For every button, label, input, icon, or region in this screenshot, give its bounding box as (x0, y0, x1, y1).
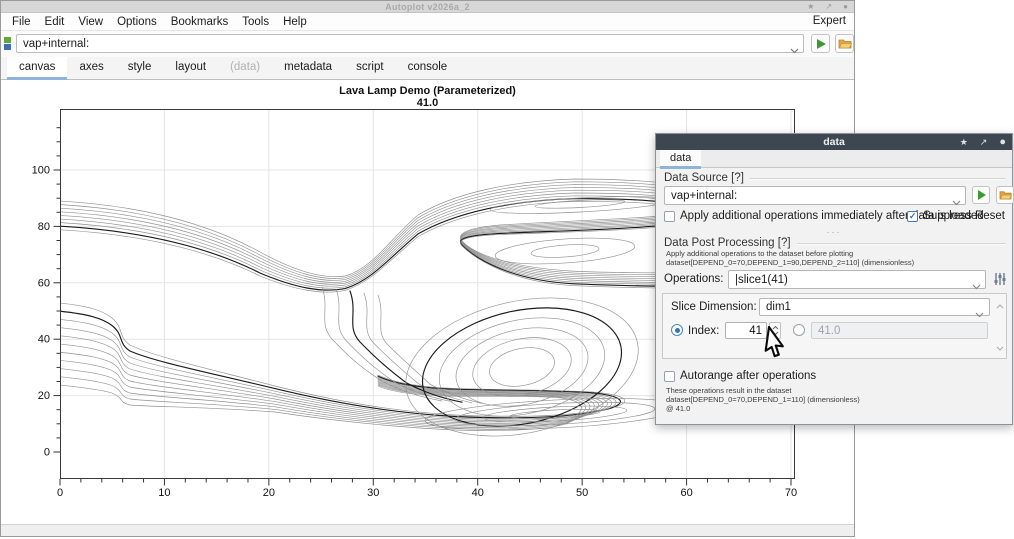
slice-dimension-label: Slice Dimension: (671, 301, 757, 313)
open-file-button[interactable] (835, 34, 854, 53)
tab-canvas[interactable]: canvas (7, 57, 67, 79)
tab-metadata[interactable]: metadata (272, 57, 344, 79)
window-titlebar[interactable]: Autoplot v2026a_2 ★ ↗ ● (1, 1, 854, 13)
post-processing-group-header: Data Post Processing [?] (664, 237, 1006, 249)
dialog-folder-icon (999, 190, 1012, 200)
svg-text:60: 60 (680, 487, 692, 499)
dialog-open-file-button[interactable] (996, 186, 1014, 204)
suppress-reset-checkbox[interactable]: ✓ (907, 211, 918, 222)
svg-text:0: 0 (57, 487, 63, 499)
post-processing-group-label[interactable]: Data Post Processing [?] (664, 237, 791, 249)
slice-dimension-dropdown-icon[interactable] (975, 305, 984, 323)
post-processing-hint: Apply additional operations to the datas… (666, 249, 1006, 258)
dataset-descriptor: dataset[DEPEND_0=70,DEPEND_1=90,DEPEND_2… (666, 258, 1006, 267)
menu-bar: FileEditViewOptionsBookmarksToolsHelp Ex… (1, 13, 854, 31)
pin-icon[interactable]: ★ (807, 3, 814, 11)
suppress-reset-label: Suppress Reset (923, 210, 1005, 222)
data-dialog: data ★ ↗ ● data Data Source [?] Apply ad… (655, 133, 1013, 425)
menu-file[interactable]: File (5, 16, 38, 28)
datasource-status-icon (4, 37, 12, 51)
autorange-checkbox[interactable] (664, 371, 675, 382)
tab-console[interactable]: console (396, 57, 460, 79)
expert-mode-label: Expert (813, 15, 846, 27)
svg-text:20: 20 (38, 390, 50, 402)
slice-panel: Slice Dimension: Index: (662, 293, 1007, 359)
dialog-expand-icon[interactable]: ↗ (980, 138, 988, 147)
svg-text:0: 0 (44, 447, 50, 459)
panel-scroll-down-icon[interactable] (996, 338, 1004, 356)
address-bar (1, 31, 854, 57)
operations-label: Operations: (664, 273, 723, 285)
index-label: Index: (688, 325, 719, 337)
tab-script[interactable]: script (344, 57, 395, 79)
dialog-pin-icon[interactable]: ★ (960, 138, 968, 147)
dialog-go-button[interactable] (972, 186, 990, 204)
operations-editor-icon[interactable] (992, 271, 1008, 287)
main-tabs: canvasaxesstylelayout(data)metadatascrip… (1, 57, 854, 80)
result-line-3: @ 41.0 (666, 404, 1006, 413)
expand-icon[interactable]: ↗ (825, 3, 832, 11)
go-button[interactable] (811, 34, 830, 53)
index-spinner-field[interactable] (725, 322, 767, 339)
data-source-group-header: Data Source [?] (664, 172, 1006, 184)
autorange-checkbox-row[interactable]: Autorange after operations (664, 370, 816, 382)
svg-text:30: 30 (367, 487, 379, 499)
menu-help[interactable]: Help (276, 16, 314, 28)
svg-text:20: 20 (263, 487, 275, 499)
svg-text:40: 40 (38, 334, 50, 346)
data-source-group-label[interactable]: Data Source [?] (664, 172, 744, 184)
tab-style[interactable]: style (116, 57, 164, 79)
window-title: Autoplot v2026a_2 (1, 2, 854, 12)
svg-text:50: 50 (576, 487, 588, 499)
dialog-tab-data[interactable]: data (660, 150, 701, 168)
window-menu-icon[interactable]: ● (843, 3, 848, 11)
autorange-label: Autorange after operations (680, 370, 816, 382)
tab-layout[interactable]: layout (163, 57, 218, 79)
play-icon (817, 39, 826, 49)
tab-data[interactable]: (data) (218, 57, 272, 79)
splitter-handle[interactable]: ··· (656, 227, 1012, 237)
result-line-1: These operations result in the dataset (666, 386, 1006, 395)
svg-text:70: 70 (785, 487, 797, 499)
dialog-title: data (656, 136, 1012, 148)
result-line-2: dataset[DEPEND_0=70,DEPEND_1=110] (dimen… (666, 395, 1006, 404)
dialog-uri-dropdown-icon[interactable] (952, 193, 961, 211)
apply-operations-checkbox[interactable] (664, 211, 675, 222)
menu-bookmarks[interactable]: Bookmarks (164, 16, 236, 28)
dialog-titlebar[interactable]: data ★ ↗ ● (656, 134, 1012, 150)
menu-options[interactable]: Options (110, 16, 164, 28)
mouse-cursor (762, 325, 796, 363)
dialog-menu-icon[interactable]: ● (999, 137, 1006, 148)
dialog-tabrow: data (656, 150, 1012, 168)
folder-icon (838, 38, 852, 49)
panel-scroll-up-icon[interactable] (996, 296, 1004, 314)
dialog-play-icon (978, 190, 986, 200)
menu-tools[interactable]: Tools (235, 16, 276, 28)
operations-input[interactable] (728, 270, 986, 289)
dialog-uri-input[interactable] (664, 186, 966, 205)
status-bar (1, 524, 854, 536)
svg-text:40: 40 (472, 487, 484, 499)
suppress-reset-checkbox-row[interactable]: ✓ Suppress Reset (907, 210, 1005, 222)
svg-text:80: 80 (38, 221, 50, 233)
menu-edit[interactable]: Edit (38, 16, 72, 28)
svg-text:100: 100 (32, 165, 50, 177)
tab-axes[interactable]: axes (67, 57, 115, 79)
slice-dimension-select[interactable] (759, 298, 990, 316)
svg-text:10: 10 (158, 487, 170, 499)
index-value-field (811, 322, 988, 339)
menu-items: FileEditViewOptionsBookmarksToolsHelp (5, 16, 314, 28)
menu-view[interactable]: View (71, 16, 110, 28)
svg-text:60: 60 (38, 277, 50, 289)
index-radio[interactable] (671, 324, 683, 336)
uri-input[interactable] (16, 34, 804, 53)
